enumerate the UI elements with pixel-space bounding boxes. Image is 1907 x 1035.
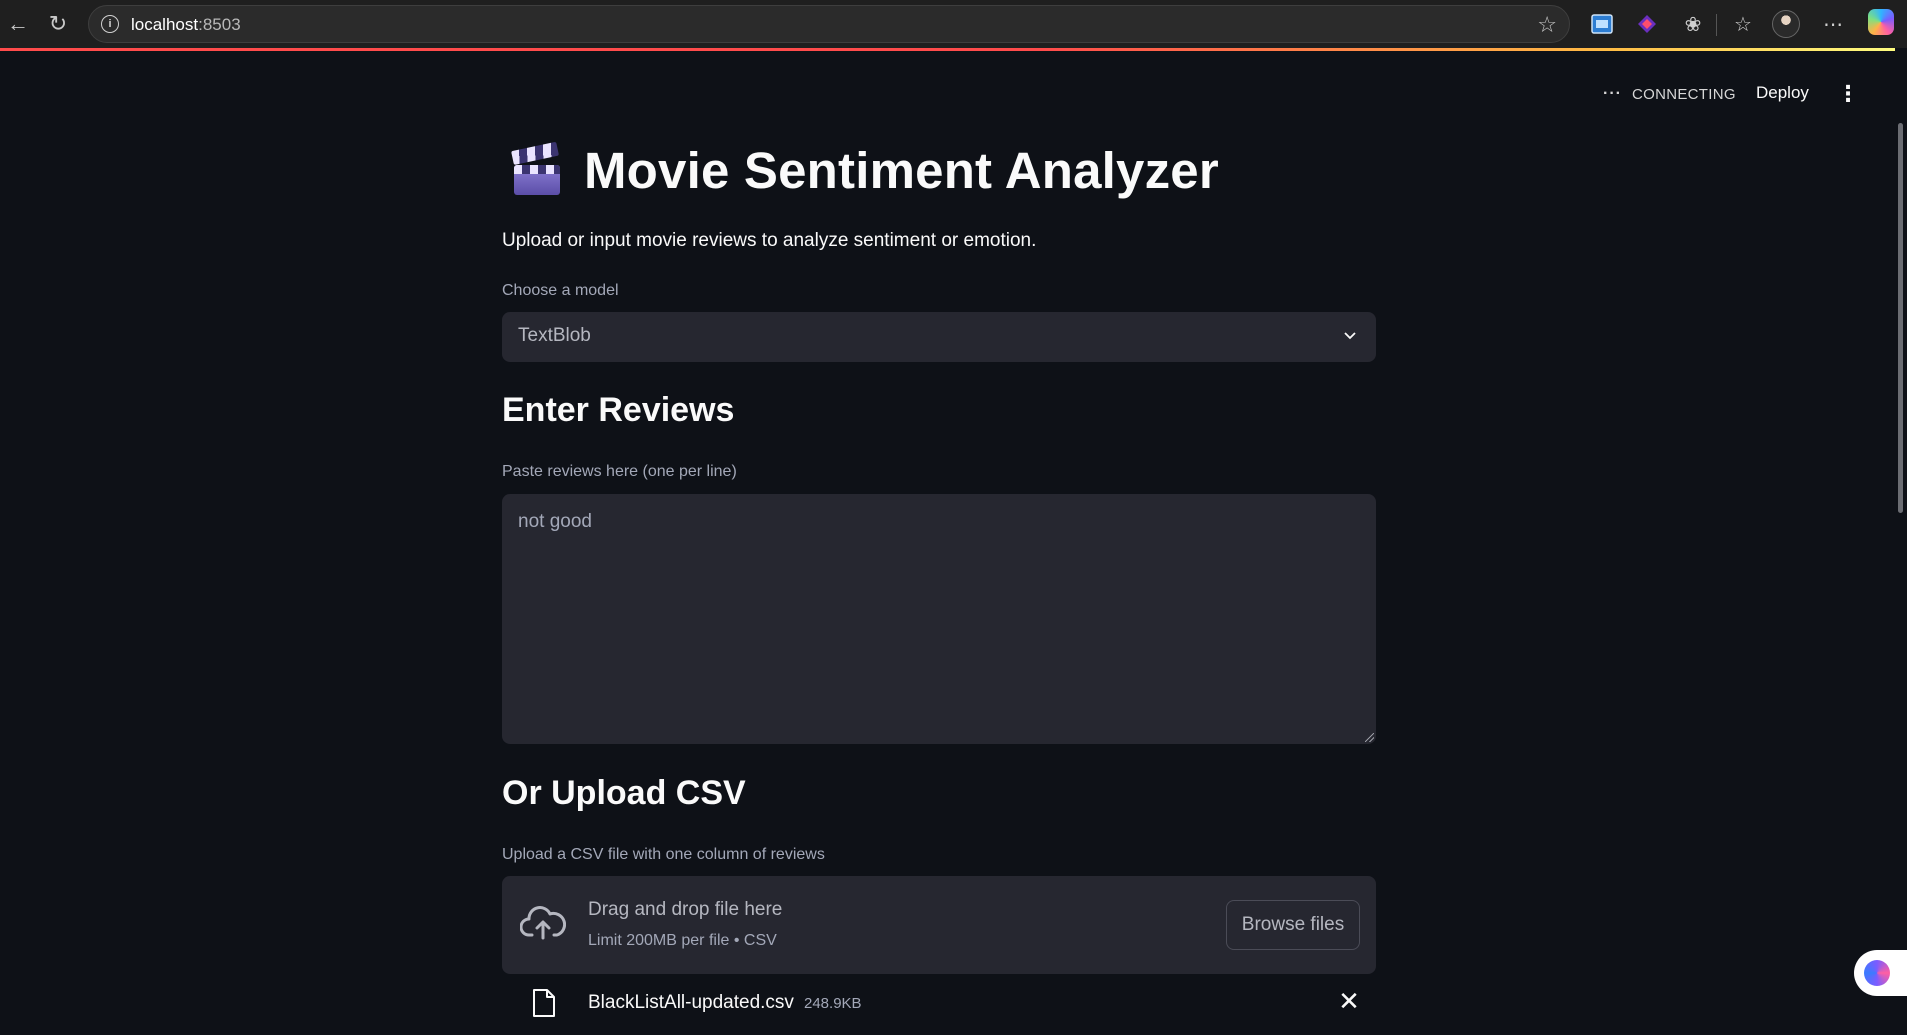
upload-label: Upload a CSV file with one column of rev…: [502, 846, 825, 863]
uploaded-file-size: 248.9KB: [804, 995, 862, 1012]
cloud-upload-icon: [520, 906, 566, 940]
uploaded-file-name: BlackListAll-updated.csv: [588, 992, 794, 1013]
back-icon[interactable]: ←: [2, 8, 34, 40]
url-host: localhost: [131, 15, 199, 34]
toolbar-divider: [1716, 14, 1717, 36]
status-text: CONNECTING: [1631, 85, 1736, 103]
reviews-label: Paste reviews here (one per line): [502, 463, 737, 480]
model-select-label: Choose a model: [502, 282, 619, 299]
page-title: Movie Sentiment Analyzer: [584, 142, 1219, 199]
scrollbar-thumb[interactable]: [1898, 123, 1903, 513]
browser-toolbar: ← ↻ i localhost:8503 ☆ ❀ ☆ ⋯: [0, 0, 1907, 48]
reviews-text: not good: [518, 511, 592, 532]
more-icon[interactable]: ⋯: [1818, 9, 1848, 39]
browse-files-button[interactable]: Browse files: [1226, 900, 1360, 950]
address-bar[interactable]: i localhost:8503 ☆: [88, 5, 1570, 43]
deploy-button[interactable]: Deploy: [1748, 81, 1817, 105]
clapper-icon: [511, 141, 562, 197]
reload-icon[interactable]: ↻: [42, 8, 74, 40]
info-icon[interactable]: i: [101, 15, 119, 33]
profile-avatar[interactable]: [1772, 10, 1800, 38]
resize-handle[interactable]: [1365, 733, 1374, 742]
reviews-textarea[interactable]: not good: [502, 494, 1376, 744]
extension-screenshot-icon[interactable]: [1587, 9, 1617, 39]
copilot-icon[interactable]: [1868, 9, 1894, 35]
title-row: Movie Sentiment Analyzer: [511, 141, 1219, 200]
status-dots-icon: ···: [1603, 85, 1622, 102]
file-icon: [533, 989, 555, 1017]
dropzone-limit: Limit 200MB per file • CSV: [588, 932, 777, 949]
chevron-down-icon: [1344, 332, 1356, 340]
favorites-icon[interactable]: ☆: [1728, 9, 1758, 39]
url-port: :8503: [198, 15, 241, 34]
file-dropzone[interactable]: Drag and drop file here Limit 200MB per …: [502, 876, 1376, 974]
url-text: localhost:8503: [131, 15, 241, 35]
page-scrollbar[interactable]: [1895, 51, 1907, 1035]
upload-heading: Or Upload CSV: [502, 774, 746, 812]
model-select[interactable]: TextBlob: [502, 312, 1376, 362]
app-container: ··· CONNECTING Deploy ⋮ Movie Sentiment …: [0, 51, 1895, 1035]
star-icon[interactable]: ☆: [1537, 12, 1557, 38]
model-select-value: TextBlob: [518, 325, 591, 346]
close-icon[interactable]: ✕: [1336, 986, 1362, 1016]
dropzone-title: Drag and drop file here: [588, 899, 783, 920]
uploaded-file-row: BlackListAll-updated.csv 248.9KB ✕: [502, 986, 1376, 1028]
extension-diamond-icon[interactable]: [1632, 9, 1662, 39]
connection-status: ··· CONNECTING: [1603, 85, 1736, 103]
reviews-heading: Enter Reviews: [502, 391, 735, 429]
brain-icon: [1864, 960, 1890, 986]
main-menu-icon[interactable]: ⋮: [1837, 79, 1859, 109]
extension-icon[interactable]: ❀: [1678, 9, 1708, 39]
floating-assistant-button[interactable]: [1854, 950, 1907, 996]
page-subtitle: Upload or input movie reviews to analyze…: [502, 230, 1037, 251]
